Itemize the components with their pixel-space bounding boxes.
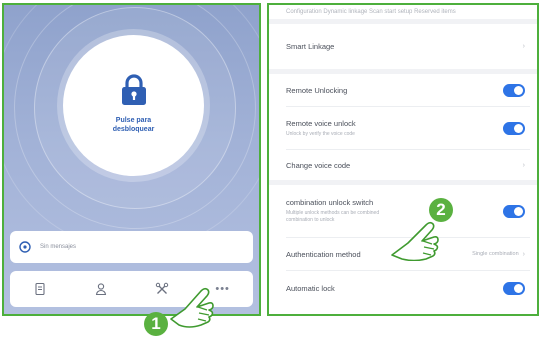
pointing-hand-icon	[391, 221, 439, 261]
authentication-method-value: Single combination	[472, 251, 519, 257]
messages-bar[interactable]: Sin mensajes	[10, 231, 253, 263]
combination-unlock-toggle[interactable]	[503, 204, 525, 218]
automatic-lock-toggle[interactable]	[503, 281, 525, 295]
smart-linkage-label: Smart Linkage	[286, 42, 335, 51]
pointing-hand-icon	[170, 287, 214, 328]
remote-voice-unlock-toggle[interactable]	[503, 121, 525, 135]
chevron-right-icon: ›	[522, 250, 525, 258]
combination-unlock-label: combination unlock switch	[286, 198, 374, 207]
unlock-button[interactable]: Pulse para desbloquear	[63, 35, 204, 176]
chevron-right-icon: ›	[522, 161, 525, 169]
more-dots-icon: •••	[215, 283, 230, 295]
messages-text: Sin mensajes	[40, 244, 77, 250]
top-cut-text: Configuration Dynamic linkage Scan start…	[286, 9, 456, 15]
authentication-method-label: Authentication method	[286, 249, 361, 259]
remote-voice-unlock-row: Remote voice unlock Unlock by verify the…	[269, 107, 537, 149]
document-icon	[35, 282, 45, 296]
smart-linkage-row[interactable]: Smart Linkage ›	[269, 24, 537, 69]
step-1-badge: 1	[144, 312, 168, 336]
automatic-lock-label: Automatic lock	[286, 283, 335, 293]
settings-top-cut-row: Configuration Dynamic linkage Scan start…	[269, 5, 537, 19]
message-bubble-icon	[19, 241, 31, 253]
remote-voice-unlock-label: Remote voice unlock	[286, 118, 356, 128]
remote-unlocking-label: Remote Unlocking	[286, 85, 348, 95]
nav-users-button[interactable]	[87, 275, 115, 303]
unlock-label: Pulse para desbloquear	[112, 116, 155, 133]
remote-unlocking-row: Remote Unlocking	[269, 74, 537, 106]
chevron-right-icon: ›	[522, 43, 525, 50]
lock-screen-panel: Pulse para desbloquear Sin mensajes •••	[2, 3, 261, 316]
change-voice-code-label: Change voice code	[286, 160, 351, 170]
change-voice-code-row[interactable]: Change voice code ›	[269, 150, 537, 180]
remote-unlocking-toggle[interactable]	[503, 83, 525, 97]
step-2-badge: 2	[429, 198, 453, 222]
user-icon	[96, 283, 107, 296]
lock-settings-panel: Configuration Dynamic linkage Scan start…	[267, 3, 539, 316]
automatic-lock-row: Automatic lock	[269, 271, 537, 305]
remote-voice-unlock-description: Unlock by verify the voice code	[286, 130, 355, 137]
nav-records-button[interactable]	[26, 275, 54, 303]
lock-icon	[121, 73, 146, 105]
